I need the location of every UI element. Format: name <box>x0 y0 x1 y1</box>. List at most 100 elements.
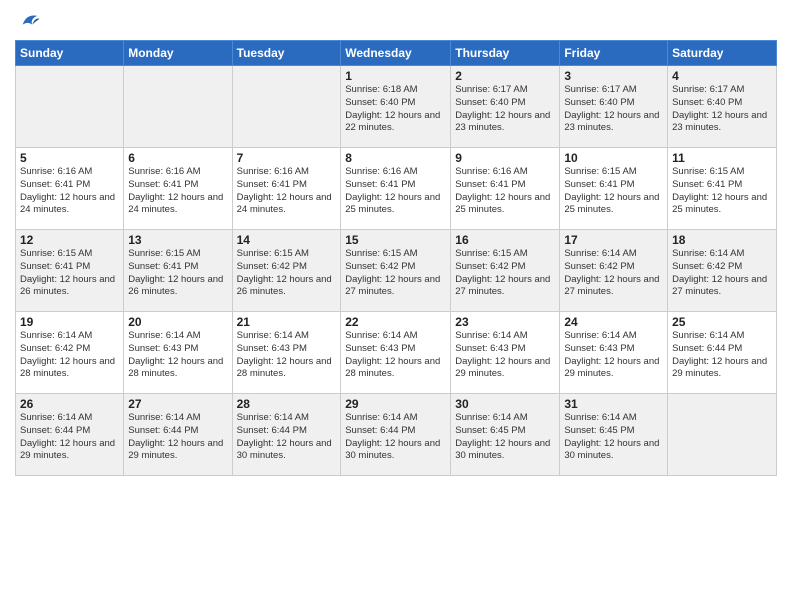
day-info: Sunrise: 6:14 AM Sunset: 6:44 PM Dayligh… <box>128 412 227 463</box>
day-cell-17: 17Sunrise: 6:14 AM Sunset: 6:42 PM Dayli… <box>560 230 668 312</box>
day-cell-28: 28Sunrise: 6:14 AM Sunset: 6:44 PM Dayli… <box>232 394 341 476</box>
header <box>15 10 777 32</box>
day-cell-27: 27Sunrise: 6:14 AM Sunset: 6:44 PM Dayli… <box>124 394 232 476</box>
day-info: Sunrise: 6:16 AM Sunset: 6:41 PM Dayligh… <box>237 166 337 217</box>
day-cell-20: 20Sunrise: 6:14 AM Sunset: 6:43 PM Dayli… <box>124 312 232 394</box>
day-cell-7: 7Sunrise: 6:16 AM Sunset: 6:41 PM Daylig… <box>232 148 341 230</box>
day-number: 29 <box>345 397 446 411</box>
day-number: 25 <box>672 315 772 329</box>
day-number: 14 <box>237 233 337 247</box>
day-info: Sunrise: 6:14 AM Sunset: 6:42 PM Dayligh… <box>672 248 772 299</box>
day-info: Sunrise: 6:16 AM Sunset: 6:41 PM Dayligh… <box>20 166 119 217</box>
day-number: 1 <box>345 69 446 83</box>
day-number: 22 <box>345 315 446 329</box>
day-info: Sunrise: 6:17 AM Sunset: 6:40 PM Dayligh… <box>455 84 555 135</box>
day-cell-25: 25Sunrise: 6:14 AM Sunset: 6:44 PM Dayli… <box>668 312 777 394</box>
day-info: Sunrise: 6:16 AM Sunset: 6:41 PM Dayligh… <box>345 166 446 217</box>
day-info: Sunrise: 6:17 AM Sunset: 6:40 PM Dayligh… <box>564 84 663 135</box>
day-number: 20 <box>128 315 227 329</box>
day-cell-3: 3Sunrise: 6:17 AM Sunset: 6:40 PM Daylig… <box>560 66 668 148</box>
day-number: 17 <box>564 233 663 247</box>
day-info: Sunrise: 6:18 AM Sunset: 6:40 PM Dayligh… <box>345 84 446 135</box>
day-info: Sunrise: 6:14 AM Sunset: 6:45 PM Dayligh… <box>455 412 555 463</box>
day-cell-21: 21Sunrise: 6:14 AM Sunset: 6:43 PM Dayli… <box>232 312 341 394</box>
day-info: Sunrise: 6:14 AM Sunset: 6:44 PM Dayligh… <box>20 412 119 463</box>
day-info: Sunrise: 6:14 AM Sunset: 6:44 PM Dayligh… <box>345 412 446 463</box>
day-info: Sunrise: 6:15 AM Sunset: 6:41 PM Dayligh… <box>128 248 227 299</box>
day-number: 24 <box>564 315 663 329</box>
day-number: 12 <box>20 233 119 247</box>
col-header-tuesday: Tuesday <box>232 41 341 66</box>
calendar-container: SundayMondayTuesdayWednesdayThursdayFrid… <box>0 0 792 486</box>
empty-cell <box>232 66 341 148</box>
day-info: Sunrise: 6:14 AM Sunset: 6:43 PM Dayligh… <box>128 330 227 381</box>
day-number: 9 <box>455 151 555 165</box>
day-number: 7 <box>237 151 337 165</box>
week-row-1: 1Sunrise: 6:18 AM Sunset: 6:40 PM Daylig… <box>16 66 777 148</box>
week-row-3: 12Sunrise: 6:15 AM Sunset: 6:41 PM Dayli… <box>16 230 777 312</box>
day-number: 30 <box>455 397 555 411</box>
day-info: Sunrise: 6:14 AM Sunset: 6:42 PM Dayligh… <box>564 248 663 299</box>
day-info: Sunrise: 6:16 AM Sunset: 6:41 PM Dayligh… <box>455 166 555 217</box>
day-info: Sunrise: 6:14 AM Sunset: 6:43 PM Dayligh… <box>345 330 446 381</box>
day-info: Sunrise: 6:14 AM Sunset: 6:45 PM Dayligh… <box>564 412 663 463</box>
day-info: Sunrise: 6:16 AM Sunset: 6:41 PM Dayligh… <box>128 166 227 217</box>
col-header-saturday: Saturday <box>668 41 777 66</box>
day-info: Sunrise: 6:15 AM Sunset: 6:41 PM Dayligh… <box>564 166 663 217</box>
day-cell-16: 16Sunrise: 6:15 AM Sunset: 6:42 PM Dayli… <box>451 230 560 312</box>
day-info: Sunrise: 6:14 AM Sunset: 6:42 PM Dayligh… <box>20 330 119 381</box>
day-info: Sunrise: 6:17 AM Sunset: 6:40 PM Dayligh… <box>672 84 772 135</box>
day-number: 10 <box>564 151 663 165</box>
day-number: 21 <box>237 315 337 329</box>
day-number: 23 <box>455 315 555 329</box>
day-number: 31 <box>564 397 663 411</box>
day-cell-6: 6Sunrise: 6:16 AM Sunset: 6:41 PM Daylig… <box>124 148 232 230</box>
day-cell-23: 23Sunrise: 6:14 AM Sunset: 6:43 PM Dayli… <box>451 312 560 394</box>
empty-cell <box>668 394 777 476</box>
day-info: Sunrise: 6:14 AM Sunset: 6:43 PM Dayligh… <box>564 330 663 381</box>
day-cell-30: 30Sunrise: 6:14 AM Sunset: 6:45 PM Dayli… <box>451 394 560 476</box>
day-cell-2: 2Sunrise: 6:17 AM Sunset: 6:40 PM Daylig… <box>451 66 560 148</box>
day-cell-24: 24Sunrise: 6:14 AM Sunset: 6:43 PM Dayli… <box>560 312 668 394</box>
day-cell-12: 12Sunrise: 6:15 AM Sunset: 6:41 PM Dayli… <box>16 230 124 312</box>
empty-cell <box>124 66 232 148</box>
day-number: 11 <box>672 151 772 165</box>
day-number: 27 <box>128 397 227 411</box>
header-row: SundayMondayTuesdayWednesdayThursdayFrid… <box>16 41 777 66</box>
col-header-wednesday: Wednesday <box>341 41 451 66</box>
day-number: 3 <box>564 69 663 83</box>
day-cell-4: 4Sunrise: 6:17 AM Sunset: 6:40 PM Daylig… <box>668 66 777 148</box>
day-info: Sunrise: 6:15 AM Sunset: 6:42 PM Dayligh… <box>455 248 555 299</box>
week-row-5: 26Sunrise: 6:14 AM Sunset: 6:44 PM Dayli… <box>16 394 777 476</box>
empty-cell <box>16 66 124 148</box>
day-info: Sunrise: 6:14 AM Sunset: 6:43 PM Dayligh… <box>237 330 337 381</box>
day-cell-14: 14Sunrise: 6:15 AM Sunset: 6:42 PM Dayli… <box>232 230 341 312</box>
day-number: 5 <box>20 151 119 165</box>
day-number: 2 <box>455 69 555 83</box>
day-info: Sunrise: 6:15 AM Sunset: 6:42 PM Dayligh… <box>345 248 446 299</box>
day-number: 15 <box>345 233 446 247</box>
day-cell-13: 13Sunrise: 6:15 AM Sunset: 6:41 PM Dayli… <box>124 230 232 312</box>
week-row-4: 19Sunrise: 6:14 AM Sunset: 6:42 PM Dayli… <box>16 312 777 394</box>
day-number: 19 <box>20 315 119 329</box>
day-cell-19: 19Sunrise: 6:14 AM Sunset: 6:42 PM Dayli… <box>16 312 124 394</box>
day-number: 4 <box>672 69 772 83</box>
day-cell-11: 11Sunrise: 6:15 AM Sunset: 6:41 PM Dayli… <box>668 148 777 230</box>
col-header-monday: Monday <box>124 41 232 66</box>
day-cell-10: 10Sunrise: 6:15 AM Sunset: 6:41 PM Dayli… <box>560 148 668 230</box>
day-cell-29: 29Sunrise: 6:14 AM Sunset: 6:44 PM Dayli… <box>341 394 451 476</box>
day-info: Sunrise: 6:15 AM Sunset: 6:42 PM Dayligh… <box>237 248 337 299</box>
day-cell-18: 18Sunrise: 6:14 AM Sunset: 6:42 PM Dayli… <box>668 230 777 312</box>
logo <box>15 10 41 32</box>
day-cell-8: 8Sunrise: 6:16 AM Sunset: 6:41 PM Daylig… <box>341 148 451 230</box>
day-info: Sunrise: 6:15 AM Sunset: 6:41 PM Dayligh… <box>20 248 119 299</box>
col-header-sunday: Sunday <box>16 41 124 66</box>
day-cell-22: 22Sunrise: 6:14 AM Sunset: 6:43 PM Dayli… <box>341 312 451 394</box>
day-number: 18 <box>672 233 772 247</box>
logo-bird-icon <box>19 10 41 32</box>
day-number: 28 <box>237 397 337 411</box>
day-number: 6 <box>128 151 227 165</box>
day-info: Sunrise: 6:14 AM Sunset: 6:43 PM Dayligh… <box>455 330 555 381</box>
day-number: 26 <box>20 397 119 411</box>
day-number: 16 <box>455 233 555 247</box>
